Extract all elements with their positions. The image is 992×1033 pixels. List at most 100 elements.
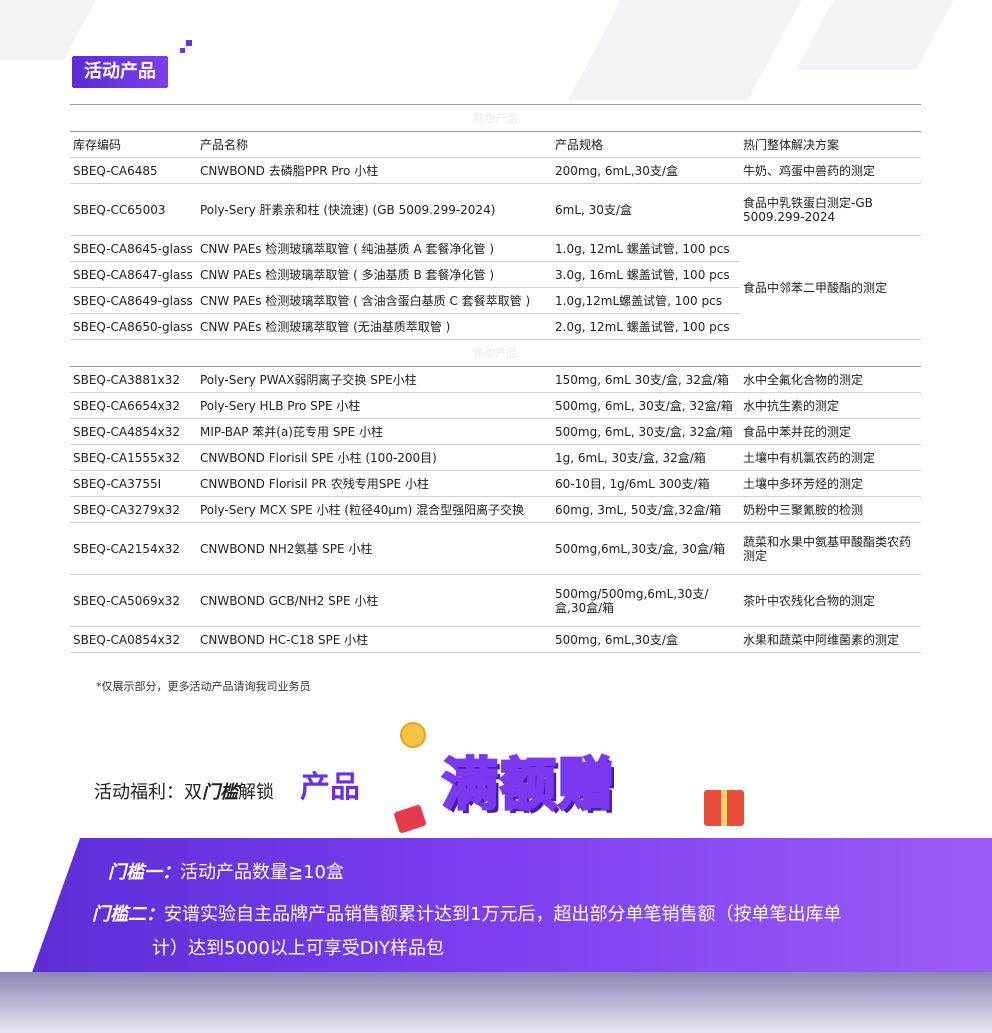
- cell-name: CNW PAEs 检测玻璃萃取管 ( 含油含蛋白基质 C 套餐萃取管 ): [197, 287, 552, 314]
- section-row: 特色产品: [70, 104, 921, 132]
- cell-code: SBEQ-CC65003: [70, 183, 197, 236]
- cell-spec: 200mg, 6mL,30支/盒: [552, 157, 740, 184]
- section-label: 特色产品: [70, 104, 921, 132]
- header-code: 库存编码: [70, 131, 197, 158]
- section-title: 活动产品: [72, 56, 168, 88]
- threshold-1-text: 活动产品数量≧10盒: [180, 862, 344, 883]
- cell-spec: 6mL, 30支/盒: [552, 183, 740, 236]
- table-row: SBEQ-CA2154x32 CNWBOND NH2氨基 SPE 小柱 500m…: [70, 522, 921, 575]
- table-row: SBEQ-CA8645-glass CNW PAEs 检测玻璃萃取管 ( 纯油基…: [70, 235, 921, 340]
- coin-icon: [400, 722, 426, 748]
- table-row: SBEQ-CA3755I CNWBOND Florisil PR 农残专用SPE…: [70, 470, 921, 497]
- bg-shape: [568, 0, 812, 100]
- cell-spec: 1g, 6mL, 30支/盒, 32盒/箱: [552, 444, 740, 471]
- benefit-prefix: 活动福利：双: [94, 782, 202, 803]
- benefit-suffix: 解锁: [238, 782, 274, 803]
- table-row: SBEQ-CA5069x32 CNWBOND GCB/NH2 SPE 小柱 50…: [70, 574, 921, 627]
- cell-spec: 500mg, 6mL, 30支/盒, 32盒/箱: [552, 392, 740, 419]
- section-row: 热卖产品: [70, 339, 921, 367]
- cell-name: Poly-Sery HLB Pro SPE 小柱: [197, 392, 552, 419]
- table-row: SBEQ-CC65003 Poly-Sery 肝素亲和柱 (快流速) (GB 5…: [70, 183, 921, 236]
- cell-spec: 500mg, 6mL,30支/盒: [552, 626, 740, 653]
- product-table: 特色产品 库存编码 产品名称 产品规格 热门整体解决方案 SBEQ-CA6485…: [70, 104, 921, 653]
- cell-code: SBEQ-CA3755I: [70, 470, 197, 497]
- cell-spec: 1.0g,12mL螺盖试管, 100 pcs: [552, 287, 740, 314]
- cell-name: CNWBOND NH2氨基 SPE 小柱: [197, 522, 552, 575]
- band-shadow: [0, 972, 992, 1033]
- table-row: SBEQ-CA1555x32 CNWBOND Florisil SPE 小柱 (…: [70, 444, 921, 471]
- cell-solution: 蔬菜和水果中氨基甲酸酯类农药测定: [740, 522, 921, 575]
- cell-solution: 食品中苯并芘的测定: [740, 418, 921, 445]
- cell-spec: 500mg,6mL,30支/盒, 30盒/箱: [552, 522, 740, 575]
- cell-solution: 食品中邻苯二甲酸酯的测定: [740, 235, 921, 340]
- cell-solution: 土壤中有机氯农药的测定: [740, 444, 921, 471]
- cell-code: SBEQ-CA3881x32: [70, 366, 197, 393]
- bg-shape: [0, 0, 96, 60]
- cell-name: MIP-BAP 苯并(a)芘专用 SPE 小柱: [197, 418, 552, 445]
- cell-spec: 3.0g, 16mL 螺盖试管, 100 pcs: [552, 261, 740, 288]
- cell-code: SBEQ-CA8650-glass: [70, 313, 197, 340]
- cell-code: SBEQ-CA3279x32: [70, 496, 197, 523]
- cell-code: SBEQ-CA1555x32: [70, 444, 197, 471]
- promo-badge: 满额赠: [441, 752, 616, 820]
- cell-name: CNW PAEs 检测玻璃萃取管 ( 多油基质 B 套餐净化管 ): [197, 261, 552, 288]
- table-row: SBEQ-CA6654x32 Poly-Sery HLB Pro SPE 小柱 …: [70, 392, 921, 419]
- decor-dot: [180, 48, 185, 53]
- header-solution: 热门整体解决方案: [740, 131, 921, 158]
- cell-code: SBEQ-CA4854x32: [70, 418, 197, 445]
- threshold-2-text: 安谱实验自主品牌产品销售额累计达到1万元后，超出部分单笔销售额（按单笔出库单: [164, 904, 842, 925]
- gift-icon: [704, 790, 744, 826]
- cell-code: SBEQ-CA8645-glass: [70, 235, 197, 262]
- cell-spec: 60-10目, 1g/6mL 300支/箱: [552, 470, 740, 497]
- header-spec: 产品规格: [552, 131, 740, 158]
- cell-spec: 2.0g, 12mL 螺盖试管, 100 pcs: [552, 313, 740, 340]
- cell-name: CNW PAEs 检测玻璃萃取管 (无油基质萃取管 ): [197, 313, 552, 340]
- threshold-1: 门槛一：活动产品数量≧10盒: [108, 858, 344, 884]
- decor-dot: [186, 40, 192, 46]
- cell-name: Poly-Sery PWAX弱阴离子交换 SPE小柱: [197, 366, 552, 393]
- cell-solution: 土壤中多环芳烃的测定: [740, 470, 921, 497]
- cell-name: CNWBOND HC-C18 SPE 小柱: [197, 626, 552, 653]
- cell-solution: 水果和蔬菜中阿维菌素的测定: [740, 626, 921, 653]
- cell-spec: 150mg, 6mL 30支/盒, 32盒/箱: [552, 366, 740, 393]
- cell-name: CNWBOND GCB/NH2 SPE 小柱: [197, 574, 552, 627]
- cell-name: CNWBOND Florisil PR 农残专用SPE 小柱: [197, 470, 552, 497]
- cell-code: SBEQ-CA8647-glass: [70, 261, 197, 288]
- table-row: SBEQ-CA3881x32 Poly-Sery PWAX弱阴离子交换 SPE小…: [70, 366, 921, 393]
- footnote: *仅展示部分，更多活动产品请询我司业务员: [96, 680, 311, 693]
- threshold-2: 门槛二：安谱实验自主品牌产品销售额累计达到1万元后，超出部分单笔销售额（按单笔出…: [92, 900, 841, 926]
- red-envelope-icon: [393, 804, 427, 834]
- cell-name: Poly-Sery MCX SPE 小柱 (粒径40μm) 混合型强阳离子交换: [197, 496, 552, 523]
- threshold-2-text-2: 计）达到5000以上可享受DIY样品包: [152, 938, 444, 959]
- cell-solution: 茶叶中农残化合物的测定: [740, 574, 921, 627]
- cell-code: SBEQ-CA6485: [70, 157, 197, 184]
- cell-spec: 1.0g, 12mL 螺盖试管, 100 pcs: [552, 235, 740, 262]
- benefit-emph: 门槛: [202, 782, 238, 803]
- cell-solution: 奶粉中三聚氰胺的检测: [740, 496, 921, 523]
- table-row: SBEQ-CA0854x32 CNWBOND HC-C18 SPE 小柱 500…: [70, 626, 921, 653]
- table-row: SBEQ-CA3279x32 Poly-Sery MCX SPE 小柱 (粒径4…: [70, 496, 921, 523]
- cell-name: CNWBOND 去磷脂PPR Pro 小柱: [197, 157, 552, 184]
- cell-code: SBEQ-CA8649-glass: [70, 287, 197, 314]
- cell-solution: 水中抗生素的测定: [740, 392, 921, 419]
- threshold-2-label: 门槛二：: [92, 904, 164, 925]
- cell-solution: 牛奶、鸡蛋中兽药的测定: [740, 157, 921, 184]
- section-label: 热卖产品: [70, 339, 921, 367]
- cell-code: SBEQ-CA0854x32: [70, 626, 197, 653]
- cell-spec: 500mg, 6mL, 30支/盒, 32盒/箱: [552, 418, 740, 445]
- cell-solution: 食品中乳铁蛋白测定-GB 5009.299-2024: [740, 183, 921, 236]
- table-row: SBEQ-CA6485 CNWBOND 去磷脂PPR Pro 小柱 200mg,…: [70, 157, 921, 184]
- cell-name: CNWBOND Florisil SPE 小柱 (100-200目): [197, 444, 552, 471]
- cell-code: SBEQ-CA5069x32: [70, 574, 197, 627]
- bg-shape: [796, 0, 964, 70]
- table-row: SBEQ-CA4854x32 MIP-BAP 苯并(a)芘专用 SPE 小柱 5…: [70, 418, 921, 445]
- threshold-2-cont: 计）达到5000以上可享受DIY样品包: [152, 934, 444, 960]
- header-name: 产品名称: [197, 131, 552, 158]
- cell-code: SBEQ-CA6654x32: [70, 392, 197, 419]
- benefit-product: 产品: [300, 770, 360, 805]
- header-row: 库存编码 产品名称 产品规格 热门整体解决方案: [70, 131, 921, 158]
- benefit-line: 活动福利：双门槛解锁: [94, 778, 274, 804]
- cell-name: Poly-Sery 肝素亲和柱 (快流速) (GB 5009.299-2024): [197, 183, 552, 236]
- cell-solution: 水中全氟化合物的测定: [740, 366, 921, 393]
- cell-name: CNW PAEs 检测玻璃萃取管 ( 纯油基质 A 套餐净化管 ): [197, 235, 552, 262]
